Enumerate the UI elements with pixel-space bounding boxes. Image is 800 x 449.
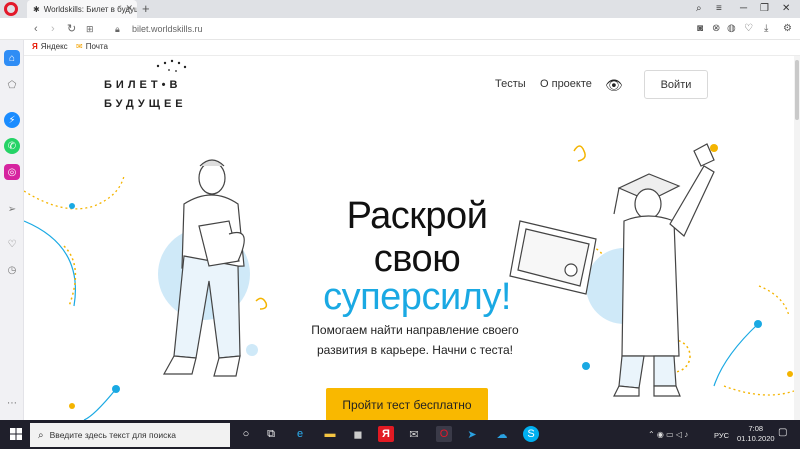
pentagon-icon[interactable]: ⬠ bbox=[4, 77, 20, 93]
cortana-icon[interactable]: ○ bbox=[238, 426, 254, 442]
logo-line-1[interactable]: БИЛЕТ•В bbox=[104, 79, 181, 91]
subtitle-line-1: Помогаем найти направление своего bbox=[311, 323, 519, 337]
headline-line-1: Раскрой bbox=[346, 195, 488, 237]
bookmark-yandex[interactable]: Я Яндекс bbox=[32, 42, 68, 51]
bookmark-label: Почта bbox=[85, 42, 108, 51]
taskbar-search-box[interactable]: ⌕ Введите здесь текст для поиска bbox=[30, 423, 230, 447]
yandex-browser-icon[interactable]: Я bbox=[378, 426, 394, 442]
back-icon[interactable]: ‹ bbox=[34, 22, 38, 36]
lock-icon[interactable]: 🔒︎ bbox=[115, 24, 120, 35]
mail-app-icon[interactable]: ✉ bbox=[406, 426, 422, 442]
task-view-icon[interactable]: ⧉ bbox=[263, 426, 279, 442]
settings-icon[interactable]: ⚙ bbox=[783, 23, 792, 35]
heart-icon[interactable]: ♡ bbox=[4, 236, 20, 252]
messenger-icon[interactable]: ⚡ bbox=[4, 112, 20, 128]
home-icon[interactable]: ⌂ bbox=[4, 50, 20, 66]
clock[interactable]: 7:08 01.10.2020 bbox=[737, 424, 775, 444]
tab-title: Worldskills: Билет в будущ... bbox=[43, 4, 137, 14]
logo-dots bbox=[156, 59, 187, 72]
yandex-icon: Я bbox=[32, 42, 38, 51]
opera-taskbar-icon[interactable]: O bbox=[436, 426, 452, 442]
clock-date: 01.10.2020 bbox=[737, 434, 775, 443]
store-icon[interactable]: ◼ bbox=[350, 426, 366, 442]
worldskills-favicon-icon: ✱ bbox=[33, 4, 40, 14]
logo-line-2[interactable]: БУДУЩЕЕ bbox=[104, 98, 187, 110]
edge-icon[interactable]: e bbox=[292, 426, 308, 442]
headline-line-3: суперсилу! bbox=[323, 276, 511, 318]
start-test-button[interactable]: Пройти тест бесплатно bbox=[326, 388, 488, 421]
bookmarks-bar bbox=[0, 40, 800, 56]
heart-icon[interactable]: ♡ bbox=[744, 23, 753, 35]
menu-icon[interactable]: ≡ bbox=[716, 2, 722, 16]
nav-about[interactable]: О проекте bbox=[540, 78, 592, 90]
telegram-icon[interactable]: ➤ bbox=[464, 426, 480, 442]
browser-tab[interactable]: ✱ Worldskills: Билет в будущ... ✕ bbox=[27, 0, 137, 18]
clock-time: 7:08 bbox=[748, 424, 764, 433]
skype-icon[interactable]: S bbox=[523, 426, 539, 442]
new-tab-button[interactable]: + bbox=[142, 1, 150, 17]
headline-line-2: свою bbox=[373, 238, 461, 280]
instagram-icon[interactable]: ◎ bbox=[4, 164, 20, 180]
address-bar bbox=[0, 18, 800, 40]
whatsapp-icon[interactable]: ✆ bbox=[4, 138, 20, 154]
adblock-icon[interactable]: ⊗ bbox=[712, 23, 720, 35]
send-icon[interactable]: ➢ bbox=[4, 201, 20, 217]
search-icon: ⌕ bbox=[38, 429, 44, 441]
cloud-icon[interactable]: ☁ bbox=[494, 426, 510, 442]
maximize-button[interactable]: ❐ bbox=[760, 2, 769, 16]
sidebar bbox=[0, 40, 24, 420]
minimize-button[interactable]: ─ bbox=[740, 2, 747, 16]
close-tab-icon[interactable]: ✕ bbox=[125, 3, 133, 14]
forward-icon[interactable]: › bbox=[51, 22, 55, 36]
notifications-icon[interactable]: ▢ bbox=[778, 427, 787, 438]
history-icon[interactable]: ◷ bbox=[4, 262, 20, 278]
vpn-icon[interactable]: ◍ bbox=[727, 23, 736, 35]
close-window-button[interactable]: ✕ bbox=[782, 2, 790, 16]
scrollbar-thumb[interactable] bbox=[795, 60, 799, 120]
camera-icon[interactable]: ◙ bbox=[697, 23, 703, 35]
bookmark-mail[interactable]: ✉ Почта bbox=[76, 42, 108, 51]
mail-icon: ✉ bbox=[76, 42, 83, 51]
opera-logo-icon[interactable] bbox=[4, 2, 18, 16]
eye-icon[interactable]: 👁︎ bbox=[605, 77, 623, 94]
bookmark-label: Яндекс bbox=[40, 42, 68, 51]
reload-icon[interactable]: ↻ bbox=[67, 22, 76, 36]
system-tray-icons[interactable]: ⌃ ◉ ▭ ◁ ♪ bbox=[648, 430, 688, 439]
search-tabs-icon[interactable]: ⌕ bbox=[696, 2, 702, 16]
file-explorer-icon[interactable]: ▬ bbox=[322, 426, 338, 442]
more-icon[interactable]: ⋯ bbox=[4, 395, 20, 411]
download-icon[interactable]: ⤓ bbox=[764, 23, 768, 35]
language-indicator[interactable]: РУС bbox=[714, 431, 729, 440]
url-field[interactable]: bilet.worldskills.ru bbox=[132, 24, 203, 34]
speed-dial-icon[interactable]: ⊞ bbox=[86, 22, 94, 36]
nav-tests[interactable]: Тесты bbox=[495, 78, 526, 90]
subtitle-line-2: развития в карьере. Начни с теста! bbox=[316, 343, 514, 357]
login-button[interactable]: Войти bbox=[644, 70, 708, 99]
taskbar-search-placeholder: Введите здесь текст для поиска bbox=[49, 430, 176, 440]
windows-start-icon[interactable] bbox=[10, 428, 22, 440]
